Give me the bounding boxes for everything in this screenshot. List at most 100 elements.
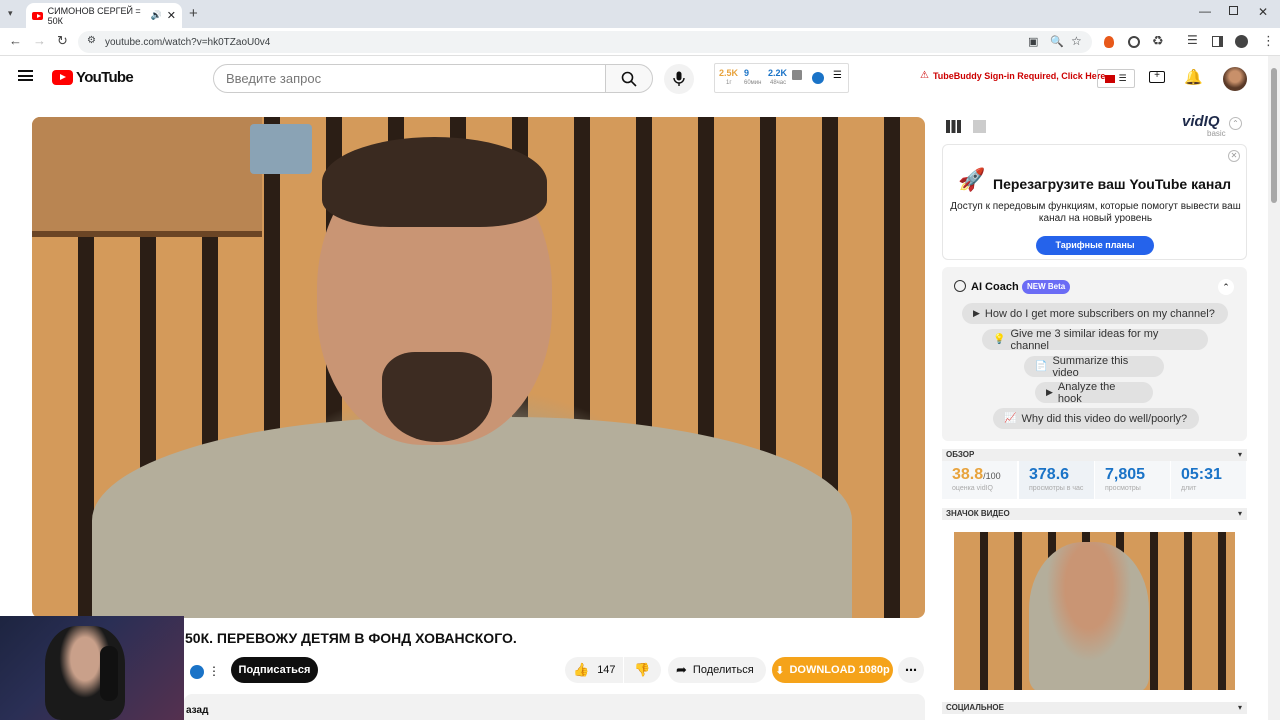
vidiq-bars-icon[interactable] [973,120,986,133]
forward-icon[interactable]: → [33,33,46,48]
search-icon [621,71,637,87]
chart-icon[interactable] [792,70,802,80]
search-button[interactable] [605,64,653,93]
vidiq-grid-icon[interactable] [946,120,961,133]
browser-tab[interactable]: СИМОНОВ СЕРГЕЙ = 50К 🔊 ✕ [26,3,182,28]
restore-icon[interactable] [1229,6,1238,15]
vidiq-logo-icon[interactable] [812,72,824,84]
vidiq-collapse-icon[interactable]: ⌃ [1229,117,1242,130]
url-field[interactable]: ⚙ youtube.com/watch?v=hk0TZaoU0v4 ▣ 🔍 ☆ [78,31,1092,53]
vidiq-logo-text: vidIQ [1182,113,1220,130]
channel-more-icon[interactable]: ⋮ [208,664,220,678]
vph-value: 378.6 [1029,466,1070,483]
views-value: 7,805 [1105,466,1146,483]
tab-title: СИМОНОВ СЕРГЕЙ = 50К [47,5,141,26]
video-thumbnail[interactable] [954,532,1235,690]
description-text: азад [186,705,209,716]
new-tab-icon[interactable]: + [189,5,198,22]
overview-toggle-icon: ▾ [1237,450,1242,459]
hamburger-menu-icon[interactable] [18,70,33,81]
video-player[interactable] [32,117,925,618]
create-video-icon[interactable]: + [1149,71,1165,83]
thumbnail-section-header[interactable]: ЗНАЧОК ВИДЕО ▾ [942,508,1247,520]
side-panel-icon[interactable] [1212,36,1223,47]
browser-tabstrip: ▾ СИМОНОВ СЕРГЕЙ = 50К 🔊 ✕ + — ✕ [0,0,1280,28]
tab-search-icon[interactable]: ▾ [8,8,13,19]
person-beard [382,352,492,442]
trend-icon: 📈 [1004,413,1017,424]
close-promo-icon[interactable]: ✕ [1228,150,1240,162]
duration-label: длит [1181,485,1197,492]
video-title: 50К. ПЕРЕВОЖУ ДЕТЯМ В ФОНД ХОВАНСКОГО. [185,630,517,646]
tubebuddy-menu-icon: ☰ [1118,73,1127,83]
subscribe-button[interactable]: Подписаться [231,657,318,683]
warning-icon: ⚠ [920,70,929,81]
channel-vidiq-icon[interactable] [190,665,204,679]
coach-question-ideas[interactable]: 💡 Give me 3 similar ideas for my channel [982,328,1208,352]
social-section-header[interactable]: СОЦИАЛЬНОЕ ▾ [942,702,1247,714]
tubebuddy-warning-link[interactable]: ⚠ TubeBuddy Sign-in Required, Click Here [920,70,1105,81]
pricing-plans-button[interactable]: Тарифные планы [1036,236,1154,255]
coach-question-hook[interactable]: ▶ Analyze the hook [1035,381,1153,405]
vidiq-promo-card: ✕ 🚀 Перезагрузите ваш YouTube канал Дост… [942,144,1247,260]
bookmark-star-icon[interactable]: ☆ [1071,34,1082,48]
promo-title: Перезагрузите ваш YouTube канал [993,176,1232,192]
extension-vidiq-icon[interactable] [1128,36,1140,48]
search-input[interactable]: Введите запрос [213,64,606,93]
tubebuddy-menu-button[interactable]: ☰ [1097,69,1135,88]
thumbs-up-icon: 👍 [573,662,590,677]
tubebuddy-flag-icon [1105,74,1116,83]
back-icon[interactable]: ← [9,33,22,48]
zoom-icon[interactable]: 🔍 [1050,35,1064,48]
chrome-menu-icon[interactable]: ⋮ [1262,33,1275,49]
minimize-icon[interactable]: — [1199,4,1211,18]
profile-icon[interactable] [1235,35,1248,48]
download-icon: ⬇ [775,664,785,677]
close-window-icon[interactable]: ✕ [1258,5,1268,19]
site-info-icon[interactable]: ⚙ [87,35,96,46]
extension-tubebuddy-icon[interactable] [1104,36,1114,48]
new-beta-badge: NEW Beta [1022,280,1071,294]
stats-menu-icon[interactable]: ☰ [833,70,842,81]
more-actions-button[interactable]: ⋯ [898,657,924,683]
overview-section-header[interactable]: ОБЗОР ▾ [942,449,1247,461]
stat-views-small: 9 [744,68,750,78]
webcam-overlay [0,616,184,720]
document-icon: 📄 [1035,361,1048,372]
vidiq-stats-widget[interactable]: 2.5K 1г 9 60мин 2.2K 48час ☰ [714,63,849,93]
scrollbar-thumb[interactable] [1271,68,1277,203]
address-bar: ← → ↻ ⚙ youtube.com/watch?v=hk0TZaoU0v4 … [0,28,1280,56]
microphone-icon [673,71,685,86]
social-label: СОЦИАЛЬНОЕ [946,703,1004,712]
download-label: DOWNLOAD 1080p [789,664,890,676]
description-box[interactable]: азад [184,694,925,720]
youtube-logo[interactable]: YouTube [52,69,134,86]
share-button[interactable]: ➦ Поделиться [668,657,766,683]
thumbnail-label: ЗНАЧОК ВИДЕО [946,509,1010,518]
stat-views: 7,805 просмотры [1095,461,1170,499]
stat-views-small-period: 60мин [744,80,762,86]
eye-poster [250,124,312,174]
close-tab-icon[interactable]: ✕ [167,9,176,22]
download-button[interactable]: ⬇ DOWNLOAD 1080p [772,657,893,683]
thumbs-down-icon: 👎 [634,662,651,677]
coach-question-performance[interactable]: 📈 Why did this video do well/poorly? [993,408,1199,429]
extensions-puzzle-icon[interactable]: ♻ [1152,33,1164,49]
lightbulb-icon: 💡 [993,334,1006,345]
coach-collapse-icon[interactable]: ⌃ [1218,279,1234,295]
like-button[interactable]: 👍 147 [565,657,623,683]
vph-label: просмотры в час [1029,485,1084,492]
media-controls-icon[interactable]: ☰ [1187,33,1198,47]
voice-search-button[interactable] [664,64,694,94]
like-count: 147 [597,664,616,676]
coach-question-summarize[interactable]: 📄 Summarize this video [1024,354,1164,379]
question-text: Summarize this video [1052,354,1129,379]
avatar[interactable] [1223,67,1247,91]
stat-subs: 2.5K [719,68,739,78]
notifications-bell-icon[interactable]: 🔔 [1184,68,1203,86]
coach-question-subscribers[interactable]: ▶ How do I get more subscribers on my ch… [962,303,1228,324]
ai-coach-title: AI Coach [971,281,1019,293]
reload-icon[interactable]: ↻ [57,33,68,49]
install-icon[interactable]: ▣ [1028,35,1038,48]
dislike-button[interactable]: 👎 [624,657,661,683]
